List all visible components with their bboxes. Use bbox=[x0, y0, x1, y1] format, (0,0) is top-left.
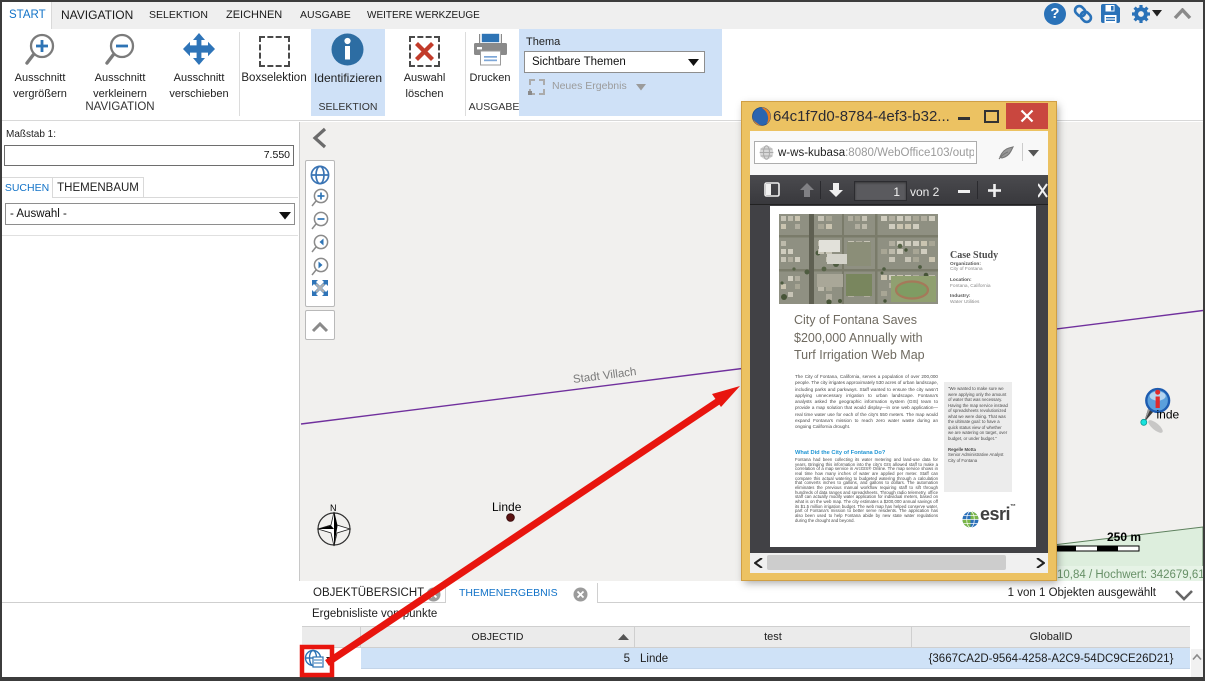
svg-text:10,84 / Hochwert: 342679,61: 10,84 / Hochwert: 342679,61 bbox=[1057, 569, 1203, 581]
svg-text:N: N bbox=[330, 503, 337, 513]
svg-text:250 m: 250 m bbox=[1107, 530, 1141, 544]
svg-text:Linde: Linde bbox=[492, 500, 522, 514]
svg-text:inde: inde bbox=[1157, 408, 1180, 422]
